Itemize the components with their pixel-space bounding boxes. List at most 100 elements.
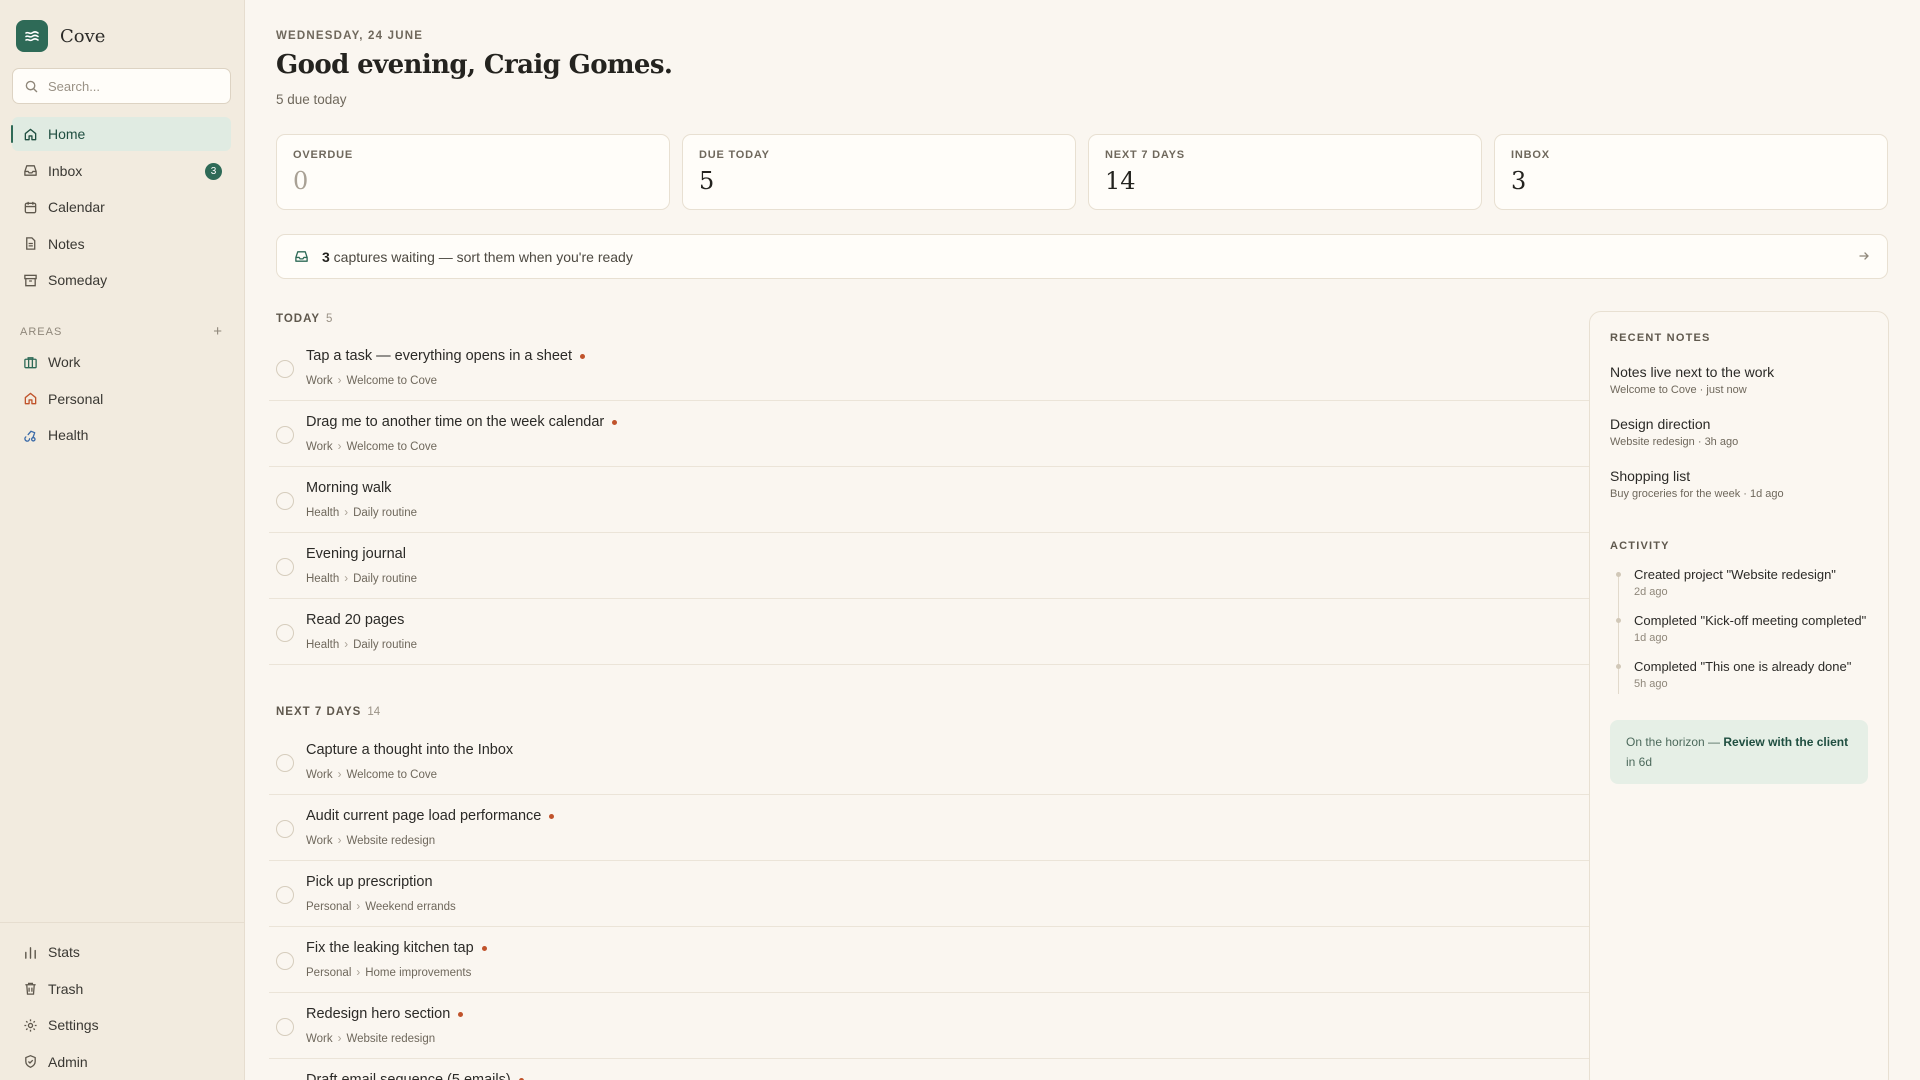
task-title: Capture a thought into the Inbox (306, 742, 514, 758)
task-checkbox[interactable] (276, 492, 294, 510)
section-label: TODAY (276, 313, 320, 325)
task-checkbox[interactable] (276, 820, 294, 838)
task-row[interactable]: Read 20 pagesHealth›Daily routinetoday10… (269, 599, 1801, 665)
task-checkbox[interactable] (276, 624, 294, 642)
task-checkbox[interactable] (276, 886, 294, 904)
area-item-work[interactable]: Work (12, 345, 231, 379)
chevron-right-icon: › (356, 967, 361, 979)
area-label: Personal (48, 390, 104, 407)
section-count: 5 (326, 313, 333, 325)
task-row[interactable]: Audit current page load performance Work ›… (269, 795, 1801, 861)
task-checkbox[interactable] (276, 360, 294, 378)
nav-item-settings[interactable]: Settings (12, 1008, 233, 1042)
nav-item-stats[interactable]: Stats (12, 935, 233, 969)
task-title-row: Drag me to another time on the week cale… (306, 414, 618, 430)
stat-label: NEXT 7 DAYS (1105, 149, 1185, 161)
task-area: Health (306, 507, 340, 519)
task-row[interactable]: Draft email sequence (5 emails) (269, 1059, 1801, 1080)
task-row[interactable]: Redesign hero section Work › Website redesi… (269, 993, 1801, 1059)
area-item-health[interactable]: Health (12, 418, 231, 452)
task-row[interactable]: Capture a thought into the Inbox Work › Wel… (269, 729, 1801, 795)
nav-label: Inbox (48, 162, 83, 179)
today-task-list: Tap a task — everything opens in a sheet… (269, 335, 1801, 665)
task-project: Welcome to Cove (346, 375, 438, 387)
activity-list: Created project "Website redesign" 2d ag… (1610, 566, 1868, 694)
page-title: Good evening, Craig Gomes. (276, 50, 673, 80)
chevron-right-icon: › (337, 769, 342, 781)
home-icon (22, 126, 38, 142)
task-row[interactable]: Fix the leaking kitchen tap Personal › Home… (269, 927, 1801, 993)
task-row[interactable]: Pick up prescription Personal › Weekend err… (269, 861, 1801, 927)
task-project: Website redesign (346, 1033, 436, 1045)
search-box[interactable] (12, 68, 231, 104)
task-breadcrumb: Work › Welcome to Cove (306, 375, 437, 387)
task-checkbox[interactable] (276, 754, 294, 772)
note-item[interactable]: Shopping list Buy groceries for the week… (1610, 468, 1868, 500)
task-breadcrumb: Work › Website redesign (306, 1033, 435, 1045)
task-checkbox[interactable] (276, 426, 294, 444)
captures-message: captures waiting — sort them when you're… (329, 248, 633, 265)
task-title: Read 20 pages (306, 612, 405, 628)
task-breadcrumb: Work › Welcome to Cove (306, 769, 437, 781)
stat-value: 3 (1511, 167, 1527, 195)
stat-label: DUE TODAY (699, 149, 770, 161)
task-area: Health (306, 573, 340, 585)
task-row[interactable]: Evening journalHealth›Daily routinetoday… (269, 533, 1801, 599)
note-title: Design direction (1610, 416, 1711, 432)
horizon-task-link[interactable]: Review with the client (1723, 735, 1848, 749)
task-title-row: Pick up prescription (306, 874, 433, 890)
task-area: Personal (306, 967, 352, 979)
activity-time: 5h ago (1634, 678, 1668, 690)
brand[interactable]: Cove (16, 20, 105, 52)
task-checkbox[interactable] (276, 952, 294, 970)
stat-card-next-7-days[interactable]: NEXT 7 DAYS 14 (1088, 134, 1482, 210)
add-area-icon[interactable]: + (213, 324, 223, 339)
priority-dot-icon (612, 419, 618, 425)
stat-card-overdue[interactable]: OVERDUE 0 (276, 134, 670, 210)
task-row[interactable]: Morning walkHealth›Daily routinetoday7:0… (269, 467, 1801, 533)
nav-item-trash[interactable]: Trash (12, 972, 233, 1006)
activity-item: Created project "Website redesign" 2d ag… (1610, 566, 1868, 598)
captures-banner[interactable]: 3 captures waiting — sort them when you'… (276, 234, 1888, 279)
nav-item-calendar[interactable]: Calendar (12, 190, 231, 224)
chevron-right-icon: › (344, 573, 349, 585)
area-label: Health (48, 427, 89, 444)
horizon-card[interactable]: On the horizon — Review with the client … (1610, 720, 1868, 784)
nav-item-inbox[interactable]: Inbox 3 (12, 154, 231, 188)
note-item[interactable]: Design direction Website redesign · 3h a… (1610, 416, 1868, 448)
stat-value: 0 (293, 167, 309, 195)
task-title-row: Evening journal (306, 546, 406, 562)
nav-item-admin[interactable]: Admin (12, 1045, 233, 1079)
task-row[interactable]: Tap a task — everything opens in a sheet… (269, 335, 1801, 401)
stat-card-inbox[interactable]: INBOX 3 (1494, 134, 1888, 210)
inbox-icon (22, 163, 38, 179)
task-title: Fix the leaking kitchen tap (306, 940, 474, 956)
nav-label: Someday (48, 272, 108, 289)
task-title: Redesign hero section (306, 1006, 451, 1022)
task-title: Evening journal (306, 546, 406, 562)
chevron-right-icon: › (356, 901, 361, 913)
area-item-personal[interactable]: Personal (12, 382, 231, 416)
stat-card-due-today[interactable]: DUE TODAY 5 (682, 134, 1076, 210)
nav-label: Calendar (48, 199, 105, 216)
nav-item-someday[interactable]: Someday (12, 263, 231, 297)
task-row[interactable]: Drag me to another time on the week cale… (269, 401, 1801, 467)
task-area: Work (306, 441, 333, 453)
task-title-row: Redesign hero section (306, 1006, 464, 1022)
next-7-days-task-list: Capture a thought into the Inbox Work › Wel… (269, 729, 1801, 1080)
nav-label: Settings (48, 1017, 99, 1034)
inbox-icon (293, 249, 309, 265)
nav-item-home[interactable]: Home (11, 117, 231, 151)
task-checkbox[interactable] (276, 1018, 294, 1036)
nav-item-notes[interactable]: Notes (12, 227, 231, 261)
note-item[interactable]: Notes live next to the work Welcome to C… (1610, 364, 1868, 396)
shield-icon (22, 1054, 38, 1070)
areas-header: AREAS + (20, 324, 223, 339)
note-icon (22, 236, 38, 252)
calendar-icon (22, 199, 38, 215)
task-checkbox[interactable] (276, 558, 294, 576)
app-name: Cove (60, 25, 106, 47)
archive-icon (22, 272, 38, 288)
search-input[interactable] (48, 78, 218, 94)
priority-dot-icon (481, 945, 487, 951)
